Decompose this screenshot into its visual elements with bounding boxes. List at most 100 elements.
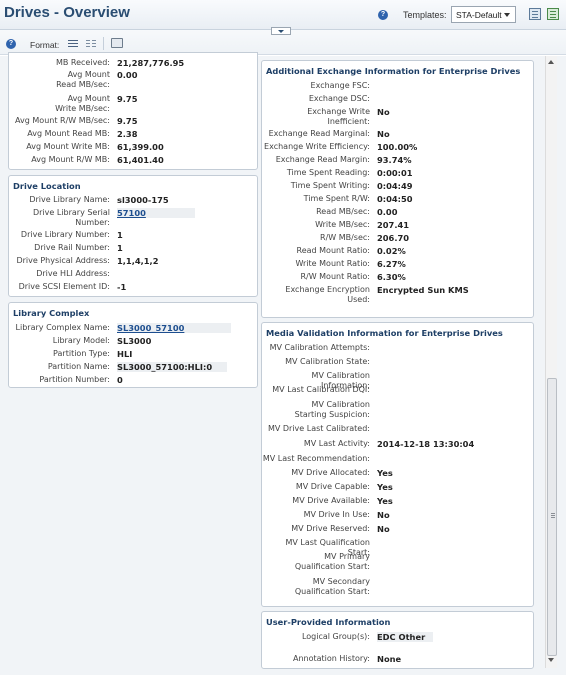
toolbar-divider xyxy=(103,37,104,50)
media-validation-panel: Media Validation Information for Enterpr… xyxy=(261,322,534,607)
field-label: Write Mount Ratio: xyxy=(295,259,370,268)
field-label: MV Drive Capable: xyxy=(295,482,370,491)
field-value: 93.74% xyxy=(377,155,412,165)
field-label: MV Drive In Use: xyxy=(303,510,370,519)
perf-label: Avg Mount Write MB: xyxy=(26,142,110,151)
field-value: Encrypted Sun KMS xyxy=(377,285,469,295)
field-value: sl3000-175 xyxy=(117,195,169,205)
format-grid-icon[interactable] xyxy=(86,39,96,48)
perf-value: 61,399.00 xyxy=(117,142,164,152)
perf-value: 2.38 xyxy=(117,129,138,139)
field-value: 6.27% xyxy=(377,259,406,269)
field-label: MV Calibration Starting Suspicion: xyxy=(294,400,370,419)
field-label: Drive Physical Address: xyxy=(16,256,110,265)
field-value: 0:04:50 xyxy=(377,194,413,204)
field-value: None xyxy=(377,654,402,664)
field-value: No xyxy=(377,524,390,534)
scroll-grip-icon xyxy=(551,513,555,514)
field-value: 1 xyxy=(117,230,123,240)
field-label: Library Model: xyxy=(52,336,110,345)
field-label: R/W MB/sec: xyxy=(320,233,370,242)
field-label: Exchange Encryption Used: xyxy=(285,285,370,304)
field-label: Read Mount Ratio: xyxy=(296,246,371,255)
field-label: MV Secondary Qualification Start: xyxy=(294,577,370,596)
page-title: Drives - Overview xyxy=(4,4,130,21)
scroll-down-icon[interactable] xyxy=(548,658,554,662)
manage-templates-icon[interactable] xyxy=(547,8,559,20)
field-value: 0:04:49 xyxy=(377,181,413,191)
help-icon[interactable]: ? xyxy=(378,10,388,20)
library-serial-link[interactable]: 57100 xyxy=(117,208,146,218)
field-value: 100.00% xyxy=(377,142,418,152)
field-value: Yes xyxy=(377,496,393,506)
field-value: No xyxy=(377,129,390,139)
field-label: Read MB/sec: xyxy=(316,207,370,216)
format-list-icon[interactable] xyxy=(68,39,78,48)
field-label: Partition Type: xyxy=(53,349,110,358)
exchange-info-panel: Additional Exchange Information for Ente… xyxy=(261,60,534,318)
field-value: 6.30% xyxy=(377,272,406,282)
field-label: MV Primary Qualification Start: xyxy=(294,552,370,571)
field-value: 206.70 xyxy=(377,233,410,243)
field-label: MV Drive Last Calibrated: xyxy=(267,424,370,433)
panel-title: User-Provided Information xyxy=(266,617,391,627)
field-label: Drive Rail Number: xyxy=(34,243,110,252)
perf-label: MB Received: xyxy=(55,58,110,67)
field-value: 2014-12-18 13:30:04 xyxy=(377,439,475,449)
perf-label: Avg Mount Read MB/sec: xyxy=(56,70,110,89)
field-label: Partition Name: xyxy=(47,362,110,371)
field-label: Drive HLI Address: xyxy=(36,269,110,278)
field-value: 0 xyxy=(117,375,123,385)
perf-label: Avg Mount Read MB: xyxy=(27,129,110,138)
perf-label: Avg Mount Write MB/sec: xyxy=(55,94,110,113)
field-label: Library Complex Name: xyxy=(15,323,110,332)
template-select[interactable]: STA-Default xyxy=(451,6,516,23)
perf-label: Avg Mount R/W MB: xyxy=(31,155,110,164)
page-header: Drives - Overview ? Templates: STA-Defau… xyxy=(0,0,566,30)
field-value: SL3000 xyxy=(117,336,152,346)
perf-value: 9.75 xyxy=(117,116,138,126)
field-value: No xyxy=(377,107,390,117)
templates-label: Templates: xyxy=(403,10,447,20)
save-template-icon[interactable] xyxy=(529,8,541,20)
field-label: Exchange DSC: xyxy=(308,94,370,103)
field-label: Time Spent Reading: xyxy=(286,168,370,177)
scroll-thumb[interactable] xyxy=(547,378,557,656)
field-value: 0.02% xyxy=(377,246,406,256)
field-label: MV Last Activity: xyxy=(303,439,370,448)
field-label: Exchange Read Marginal: xyxy=(268,129,370,138)
toolbar-help-icon[interactable]: ? xyxy=(6,39,16,49)
field-label: Exchange FSC: xyxy=(310,81,370,90)
panel-title: Library Complex xyxy=(13,308,90,318)
field-label: Time Spent Writing: xyxy=(290,181,370,190)
field-label: Exchange Write Efficiency: xyxy=(264,142,370,151)
field-label: R/W Mount Ratio: xyxy=(300,272,370,281)
print-icon[interactable] xyxy=(111,38,123,48)
field-label: Drive SCSI Element ID: xyxy=(18,282,110,291)
template-select-value: STA-Default xyxy=(456,10,502,20)
field-label: Partition Number: xyxy=(39,375,110,384)
field-label: MV Calibration Attempts: xyxy=(269,343,370,352)
library-complex-panel: Library Complex Library Complex Name: SL… xyxy=(8,302,258,388)
vertical-scrollbar[interactable] xyxy=(545,56,557,668)
field-value: EDC Other xyxy=(377,632,426,642)
field-label: Exchange Write Inefficient: xyxy=(307,107,370,126)
field-value: 0.00 xyxy=(377,207,398,217)
scroll-up-icon[interactable] xyxy=(548,60,554,64)
field-value: No xyxy=(377,510,390,520)
user-info-panel: User-Provided Information Logical Group(… xyxy=(261,611,534,669)
field-value: -1 xyxy=(117,282,127,292)
panel-title: Drive Location xyxy=(13,181,81,191)
field-label: Exchange Read Margin: xyxy=(275,155,370,164)
field-value: 207.41 xyxy=(377,220,410,230)
format-label: Format: xyxy=(30,40,60,50)
field-value: 0:00:01 xyxy=(377,168,413,178)
field-value: 1,1,4,1,2 xyxy=(117,256,159,266)
field-label: Annotation History: xyxy=(293,654,370,663)
chevron-down-icon xyxy=(504,13,510,17)
perf-label: Avg Mount R/W MB/sec: xyxy=(15,116,110,125)
collapse-header-button[interactable] xyxy=(271,27,291,35)
panel-title: Additional Exchange Information for Ente… xyxy=(266,66,521,76)
library-complex-link[interactable]: SL3000_57100 xyxy=(117,323,184,333)
field-label: MV Drive Allocated: xyxy=(291,468,370,477)
